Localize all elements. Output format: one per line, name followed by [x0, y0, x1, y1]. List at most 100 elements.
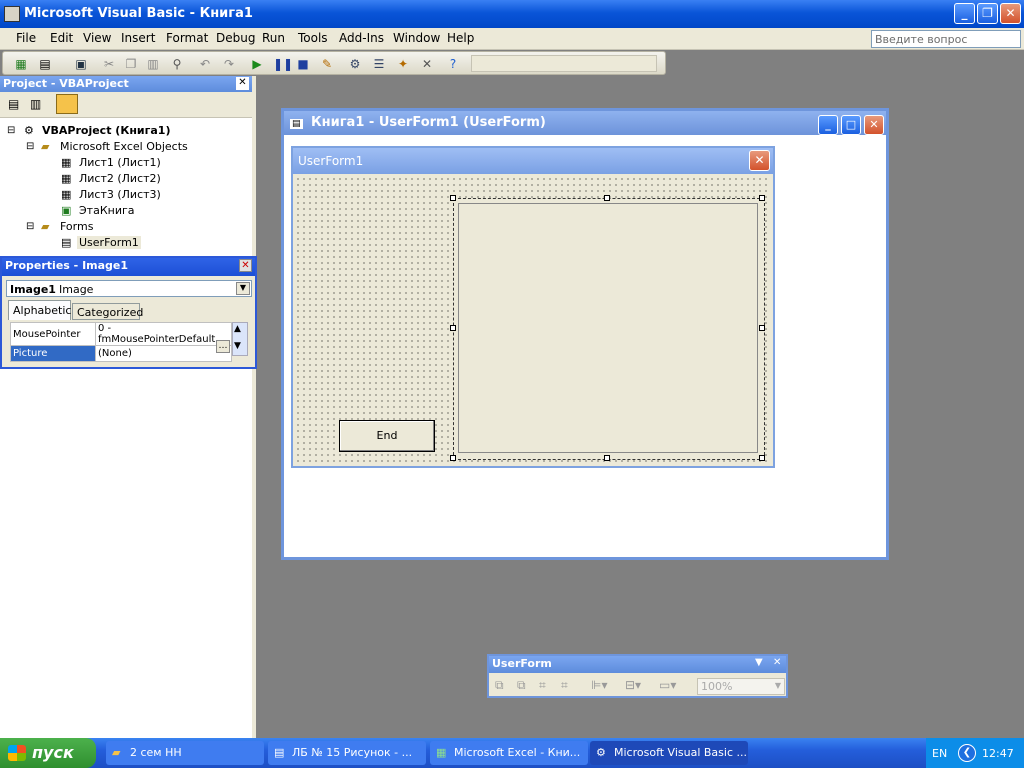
insert-form-icon[interactable]: ▤: [37, 56, 53, 72]
table-row[interactable]: MousePointer 0 - fmMousePointerDefault: [10, 322, 232, 346]
task-excel[interactable]: ▦ Microsoft Excel - Кни...: [430, 741, 588, 765]
redo-icon[interactable]: ↷: [221, 56, 237, 72]
tray-expand-icon[interactable]: ❮: [958, 744, 976, 762]
tree-forms[interactable]: Forms: [60, 220, 93, 233]
task-vba[interactable]: ⚙ Microsoft Visual Basic ...: [590, 741, 748, 765]
collapse-excel-icon[interactable]: ⊟: [26, 141, 34, 152]
break-icon[interactable]: ❚❚: [273, 56, 293, 72]
tree-root[interactable]: VBAProject (Книга1): [42, 124, 170, 137]
menu-window[interactable]: Window: [393, 31, 440, 45]
resize-handle[interactable]: [450, 325, 456, 331]
userform-toolbar: UserForm ▼ ✕ ⧉ ⧉ ⌗ ⌗ ⊫▾ ⊟▾ ▭▾ 100% ▼: [487, 654, 788, 698]
prop-value[interactable]: 0 - fmMousePointerDefault: [95, 322, 232, 346]
undo-icon[interactable]: ↶: [197, 56, 213, 72]
start-button[interactable]: пуск: [0, 738, 96, 768]
resize-handle[interactable]: [450, 195, 456, 201]
make-same-size-icon[interactable]: ▭▾: [659, 678, 676, 692]
menu-format[interactable]: Format: [166, 31, 208, 45]
menu-view[interactable]: View: [83, 31, 111, 45]
group-icon[interactable]: ⌗: [539, 678, 546, 693]
designer-minimize-button[interactable]: _: [818, 115, 838, 135]
center-icon[interactable]: ⊟▾: [625, 678, 641, 692]
collapse-root-icon[interactable]: ⊟: [7, 125, 15, 136]
menu-help[interactable]: Help: [447, 31, 474, 45]
menu-file[interactable]: File: [16, 31, 36, 45]
menu-edit[interactable]: Edit: [50, 31, 73, 45]
tree-excel-objects[interactable]: Microsoft Excel Objects: [60, 140, 188, 153]
toggle-folders-icon[interactable]: [56, 94, 78, 114]
ask-question-box[interactable]: Введите вопрос: [871, 30, 1021, 48]
restore-button[interactable]: ❐: [977, 3, 998, 24]
tree-sheet2[interactable]: Лист2 (Лист2): [79, 172, 161, 185]
toolbox-icon[interactable]: ✕: [419, 56, 435, 72]
scroll-up-icon[interactable]: ▲: [234, 324, 241, 334]
resize-handle[interactable]: [604, 455, 610, 461]
userform-canvas[interactable]: End: [295, 176, 771, 466]
properties-close-icon[interactable]: ✕: [239, 259, 252, 272]
help-icon[interactable]: ?: [445, 56, 461, 72]
task-folder[interactable]: ▰ 2 сем НН: [106, 741, 264, 765]
save-icon[interactable]: ▣: [73, 56, 89, 72]
copy-icon[interactable]: ❐: [123, 56, 139, 72]
view-object-icon[interactable]: ▥: [30, 97, 41, 111]
menu-insert[interactable]: Insert: [121, 31, 155, 45]
object-selector[interactable]: Image1 Image ▼: [6, 280, 252, 297]
end-button[interactable]: End: [339, 420, 435, 452]
menu-addins[interactable]: Add-Ins: [339, 31, 384, 45]
menu-run[interactable]: Run: [262, 31, 285, 45]
paste-icon[interactable]: ▥: [145, 56, 161, 72]
properties-window-icon[interactable]: ☰: [371, 56, 387, 72]
align-icon[interactable]: ⊫▾: [591, 678, 607, 692]
tree-sheet3[interactable]: Лист3 (Лист3): [79, 188, 161, 201]
project-explorer-icon[interactable]: ⚙: [347, 56, 363, 72]
find-icon[interactable]: ⚲: [169, 56, 185, 72]
tree-sheet1[interactable]: Лист1 (Лист1): [79, 156, 161, 169]
prop-value[interactable]: (None): [95, 345, 232, 362]
task-word[interactable]: ▤ ЛБ № 15 Рисунок - ...: [268, 741, 426, 765]
folder-icon: ▰: [41, 220, 50, 233]
design-mode-icon[interactable]: ✎: [319, 56, 335, 72]
resize-handle[interactable]: [450, 455, 456, 461]
bring-to-front-icon[interactable]: ⧉: [495, 678, 504, 693]
ellipsis-button[interactable]: …: [216, 340, 230, 353]
sheet-icon: ▦: [61, 172, 72, 185]
designer-close-button[interactable]: ✕: [864, 115, 884, 135]
minimize-button[interactable]: _: [954, 3, 975, 24]
table-row[interactable]: Picture (None): [10, 345, 232, 362]
tree-userform1[interactable]: UserForm1: [77, 236, 141, 249]
send-to-back-icon[interactable]: ⧉: [517, 678, 526, 693]
excel-icon[interactable]: ▦: [13, 56, 29, 72]
resize-handle[interactable]: [759, 325, 765, 331]
menu-tools[interactable]: Tools: [298, 31, 328, 45]
reset-icon[interactable]: ■: [295, 56, 311, 72]
language-indicator[interactable]: EN: [932, 747, 947, 760]
prop-name: Picture: [10, 345, 96, 362]
chevron-down-icon[interactable]: ▼: [775, 681, 781, 690]
cut-icon[interactable]: ✂: [101, 56, 117, 72]
designer-maximize-button[interactable]: □: [841, 115, 861, 135]
scroll-down-icon[interactable]: ▼: [234, 341, 241, 351]
tab-alphabetic[interactable]: Alphabetic: [8, 300, 71, 320]
chevron-down-icon[interactable]: ▼: [755, 657, 763, 668]
run-icon[interactable]: ▶: [249, 56, 265, 72]
userform-close-button[interactable]: ✕: [749, 150, 770, 171]
collapse-forms-icon[interactable]: ⊟: [26, 221, 34, 232]
resize-handle[interactable]: [759, 455, 765, 461]
project-close-icon[interactable]: ✕: [236, 77, 249, 90]
ungroup-icon[interactable]: ⌗: [561, 678, 568, 693]
close-icon[interactable]: ✕: [773, 657, 781, 668]
standard-toolbar: ▦ ▤ ▣ ✂ ❐ ▥ ⚲ ↶ ↷ ▶ ❚❚ ■ ✎ ⚙ ☰ ✦ ✕ ?: [2, 51, 666, 75]
zoom-select[interactable]: 100% ▼: [697, 678, 785, 695]
chevron-down-icon[interactable]: ▼: [236, 282, 250, 295]
resize-handle[interactable]: [604, 195, 610, 201]
resize-handle[interactable]: [759, 195, 765, 201]
userform[interactable]: UserForm1 ✕ End: [291, 146, 775, 468]
tree-workbook[interactable]: ЭтаКнига: [79, 204, 135, 217]
image1-control[interactable]: [453, 198, 765, 460]
view-code-icon[interactable]: ▤: [8, 97, 19, 111]
close-button[interactable]: ✕: [1000, 3, 1021, 24]
property-scrollbar[interactable]: ▲ ▼: [232, 322, 248, 356]
menu-debug[interactable]: Debug: [216, 31, 255, 45]
tab-categorized[interactable]: Categorized: [72, 303, 143, 320]
object-browser-icon[interactable]: ✦: [395, 56, 411, 72]
